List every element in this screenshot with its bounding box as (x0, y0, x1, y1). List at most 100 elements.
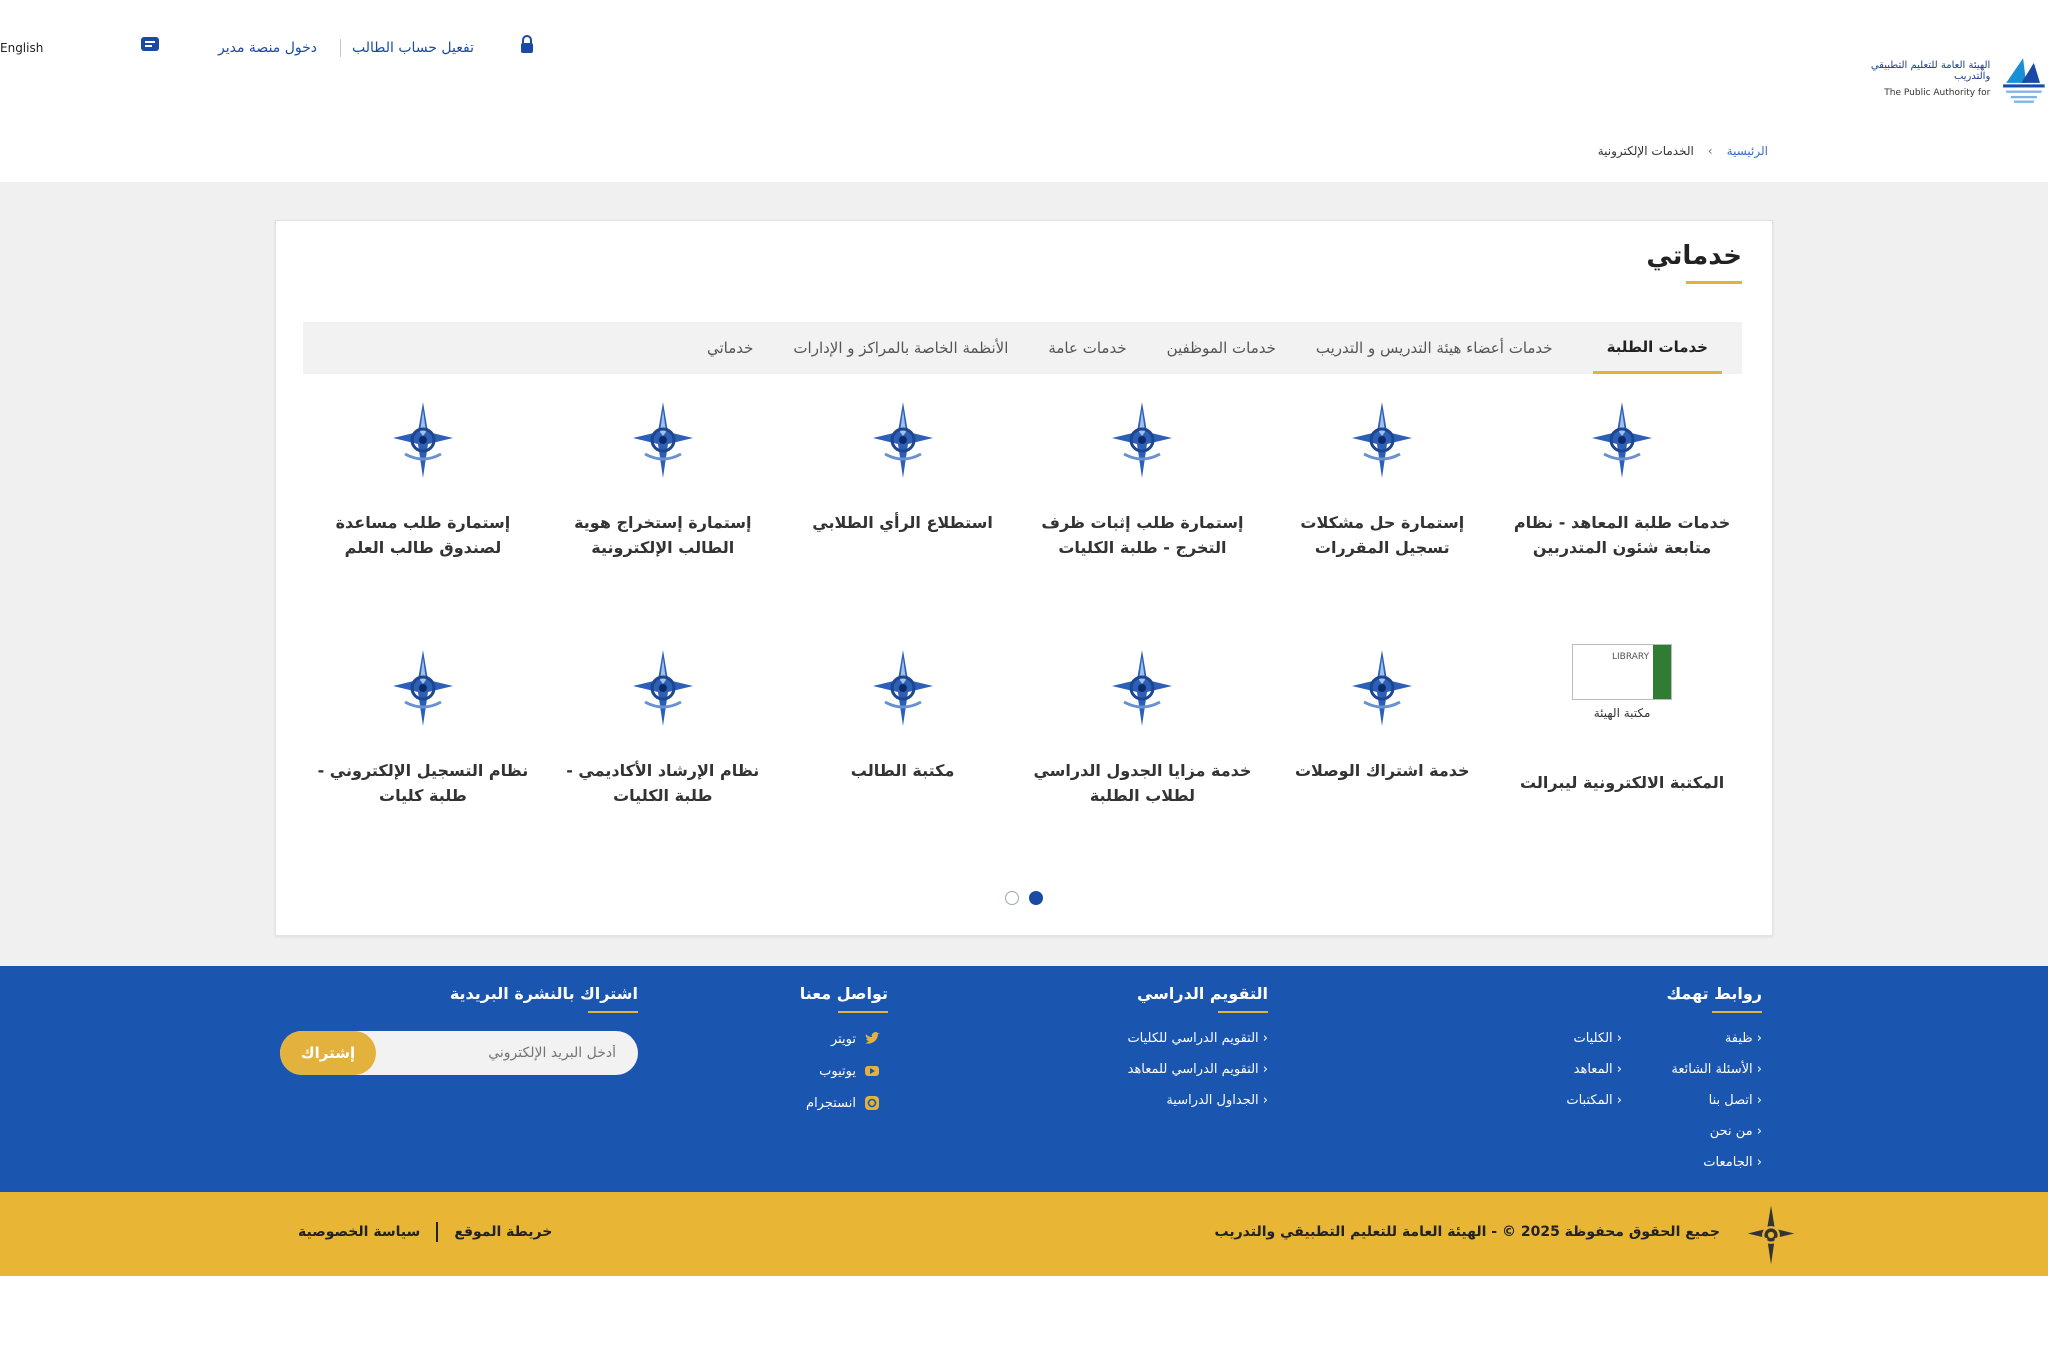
link-separator (340, 39, 341, 57)
service-tile[interactable]: خدمة اشتراك الوصلات (1262, 644, 1502, 856)
service-label: إستمارة إستخراج هوية الطالب الإلكترونية (574, 513, 752, 557)
paaet-emblem-icon (1747, 1205, 1795, 1265)
social-link-instagram[interactable]: انستجرام (788, 1095, 888, 1111)
paaet-emblem-icon (871, 400, 935, 480)
page-title: خدماتي (1646, 241, 1742, 271)
top-header: English دخول منصة مدير تفعيل حساب الطالب… (0, 0, 2048, 182)
footer-link[interactable]: المعاهد (1502, 1062, 1622, 1077)
social-link-twitter[interactable]: تويتر (788, 1031, 888, 1047)
footer-title-underline (1712, 1011, 1762, 1013)
footer-links-list: ظيفة الكليات الأسئلة الشائعة المعاهد اتص… (1502, 1031, 1762, 1186)
service-tile[interactable]: إستمارة طلب مساعدة لصندوق طالب العلم (303, 396, 543, 608)
youtube-icon (865, 1066, 879, 1076)
breadcrumb-home[interactable]: الرئيسية (1727, 144, 1768, 158)
social-link-youtube[interactable]: يوتيوب (788, 1063, 888, 1079)
service-label: نظام التسجيل الإلكتروني - طلبة كليات (317, 761, 529, 805)
tab-faculty-services[interactable]: خدمات أعضاء هيئة التدريس و التدريب (1316, 322, 1553, 374)
paaet-emblem-icon (1110, 400, 1174, 480)
logo-text: الهيئة العامة للتعليم التطبيقي والتدريب … (1868, 60, 1990, 98)
footer-link[interactable]: الكليات (1502, 1031, 1622, 1046)
activate-student-link[interactable]: تفعيل حساب الطالب (352, 40, 474, 56)
newsletter-subscribe-button[interactable]: إشتراك (280, 1031, 376, 1075)
footer-title-underline (1218, 1011, 1268, 1013)
services-card: خدماتي خدمات الطلبة خدمات أعضاء هيئة الت… (275, 220, 1773, 936)
breadcrumb: الرئيسية › الخدمات الإلكترونية (1598, 144, 1768, 158)
service-label: خدمة مزايا الجدول الدراسي لطلاب الطلبة (1033, 761, 1252, 805)
paaet-emblem-icon (631, 648, 695, 728)
footer-link[interactable]: الجامعات (1642, 1155, 1762, 1170)
service-label: خدمة اشتراك الوصلات (1294, 761, 1470, 780)
library-logo-stripe (1653, 645, 1672, 699)
title-underline (1686, 281, 1742, 284)
service-tile[interactable]: إستمارة إستخراج هوية الطالب الإلكترونية (543, 396, 783, 608)
instagram-icon (865, 1096, 879, 1110)
logo-name-en: The Public Authority for (1884, 88, 1991, 98)
pagination-dot-2[interactable] (1005, 891, 1019, 905)
globe-icon[interactable] (140, 36, 160, 54)
footer-calendar-title: التقويم الدراسي (1136, 984, 1268, 1003)
language-switch[interactable]: English (0, 41, 43, 55)
site-footer: روابط تهمك ظيفة الكليات الأسئلة الشائعة … (0, 966, 2048, 1192)
tab-student-services[interactable]: خدمات الطلبة (1592, 322, 1722, 374)
library-logo-sub: مكتبة الهيئة (1593, 706, 1651, 720)
logo-name-ar: الهيئة العامة للتعليم التطبيقي والتدريب (1870, 60, 1991, 82)
carousel-pagination (1005, 891, 1043, 905)
paaet-emblem-icon (391, 648, 455, 728)
footer-link[interactable]: التقويم الدراسي للمعاهد (1028, 1062, 1268, 1077)
paaet-emblem-icon (1350, 400, 1414, 480)
service-tile[interactable]: نظام التسجيل الإلكتروني - طلبة كليات (303, 644, 543, 856)
social-label: تويتر (830, 1031, 856, 1047)
tab-employee-services[interactable]: خدمات الموظفين (1167, 322, 1276, 374)
footer-link[interactable]: ظيفة (1642, 1031, 1762, 1046)
service-tile[interactable]: خدمات طلبة المعاهد - نظام متابعة شئون ال… (1502, 396, 1742, 608)
paaet-emblem-icon (1350, 648, 1414, 728)
footer-link[interactable]: الأسئلة الشائعة (1642, 1062, 1762, 1077)
service-label: نظام الإرشاد الأكاديمي - طلبة الكليات (566, 761, 760, 805)
pagination-dot-1[interactable] (1029, 891, 1043, 905)
service-label: إستمارة حل مشكلات تسجيل المقررات (1300, 513, 1465, 557)
footer-links-title: روابط تهمك (1666, 984, 1762, 1003)
breadcrumb-current: الخدمات الإلكترونية (1597, 144, 1694, 158)
footer-calendar-column: التقويم الدراسي التقويم الدراسي للكليات … (1028, 984, 1268, 1124)
lock-icon (518, 34, 536, 54)
service-tile[interactable]: إستمارة طلب إثبات ظرف التخرج - طلبة الكل… (1023, 396, 1263, 608)
footer-contact-column: تواصل معنا تويتر يوتيوب انستجرام (788, 984, 888, 1127)
breadcrumb-separator: › (1707, 144, 1713, 158)
footer-subscribe-title: اشتراك بالنشرة البريدية (449, 984, 638, 1003)
service-label: مكتبة الطالب (850, 761, 955, 780)
service-tabs: خدمات الطلبة خدمات أعضاء هيئة التدريس و … (303, 322, 1742, 374)
service-tile[interactable]: مكتبة الطالب (783, 644, 1023, 856)
service-label: استطلاع الرأي الطلابي (812, 513, 993, 532)
privacy-link[interactable]: سياسة الخصوصية (298, 1224, 420, 1240)
service-tile[interactable]: نظام الإرشاد الأكاديمي - طلبة الكليات (543, 644, 783, 856)
footer-subscribe-column: اشتراك بالنشرة البريدية إشتراك (278, 984, 638, 1075)
footer-links-column: روابط تهمك ظيفة الكليات الأسئلة الشائعة … (1502, 984, 1762, 1186)
newsletter-form: إشتراك (280, 1031, 638, 1075)
footer-link[interactable]: التقويم الدراسي للكليات (1028, 1031, 1268, 1046)
tab-my-services[interactable]: خدماتي (707, 322, 753, 374)
manager-portal-link[interactable]: دخول منصة مدير (218, 40, 317, 56)
services-grid: خدمات طلبة المعاهد - نظام متابعة شئون ال… (303, 396, 1742, 856)
site-logo[interactable]: الهيئة العامة للتعليم التطبيقي والتدريب … (1868, 40, 2048, 118)
service-tile[interactable]: استطلاع الرأي الطلابي (783, 396, 1023, 608)
footer-calendar-list: التقويم الدراسي للكليات التقويم الدراسي … (1028, 1031, 1268, 1108)
footer-contact-title: تواصل معنا (799, 984, 888, 1003)
service-tile[interactable]: خدمة مزايا الجدول الدراسي لطلاب الطلبة (1023, 644, 1263, 856)
footer-link[interactable]: اتصل بنا (1642, 1093, 1762, 1108)
tab-centers-systems[interactable]: الأنظمة الخاصة بالمراكز و الإدارات (793, 322, 1008, 374)
paaet-emblem-icon (1590, 400, 1654, 480)
footer-link[interactable]: من نحن (1642, 1124, 1762, 1139)
copyright-text: جميع الحقوق محفوظة 2025 © - الهيئة العام… (1214, 1224, 1720, 1240)
sitemap-link[interactable]: خريطة الموقع (454, 1224, 552, 1240)
footer-link[interactable]: الجداول الدراسية (1028, 1093, 1268, 1108)
footer-link[interactable]: المكتبات (1502, 1093, 1622, 1108)
tab-general-services[interactable]: خدمات عامة (1048, 322, 1126, 374)
library-logo-box: LIBRARY (1572, 644, 1673, 700)
twitter-icon (865, 1032, 880, 1044)
newsletter-email-input[interactable] (378, 1031, 638, 1075)
service-tile[interactable]: إستمارة حل مشكلات تسجيل المقررات (1262, 396, 1502, 608)
paaet-emblem-icon (391, 400, 455, 480)
service-tile[interactable]: LIBRARY مكتبة الهيئة المكتبة الالكترونية… (1502, 644, 1742, 856)
service-label: خدمات طلبة المعاهد - نظام متابعة شئون ال… (1513, 513, 1731, 557)
service-label: إستمارة طلب مساعدة لصندوق طالب العلم (335, 513, 511, 557)
